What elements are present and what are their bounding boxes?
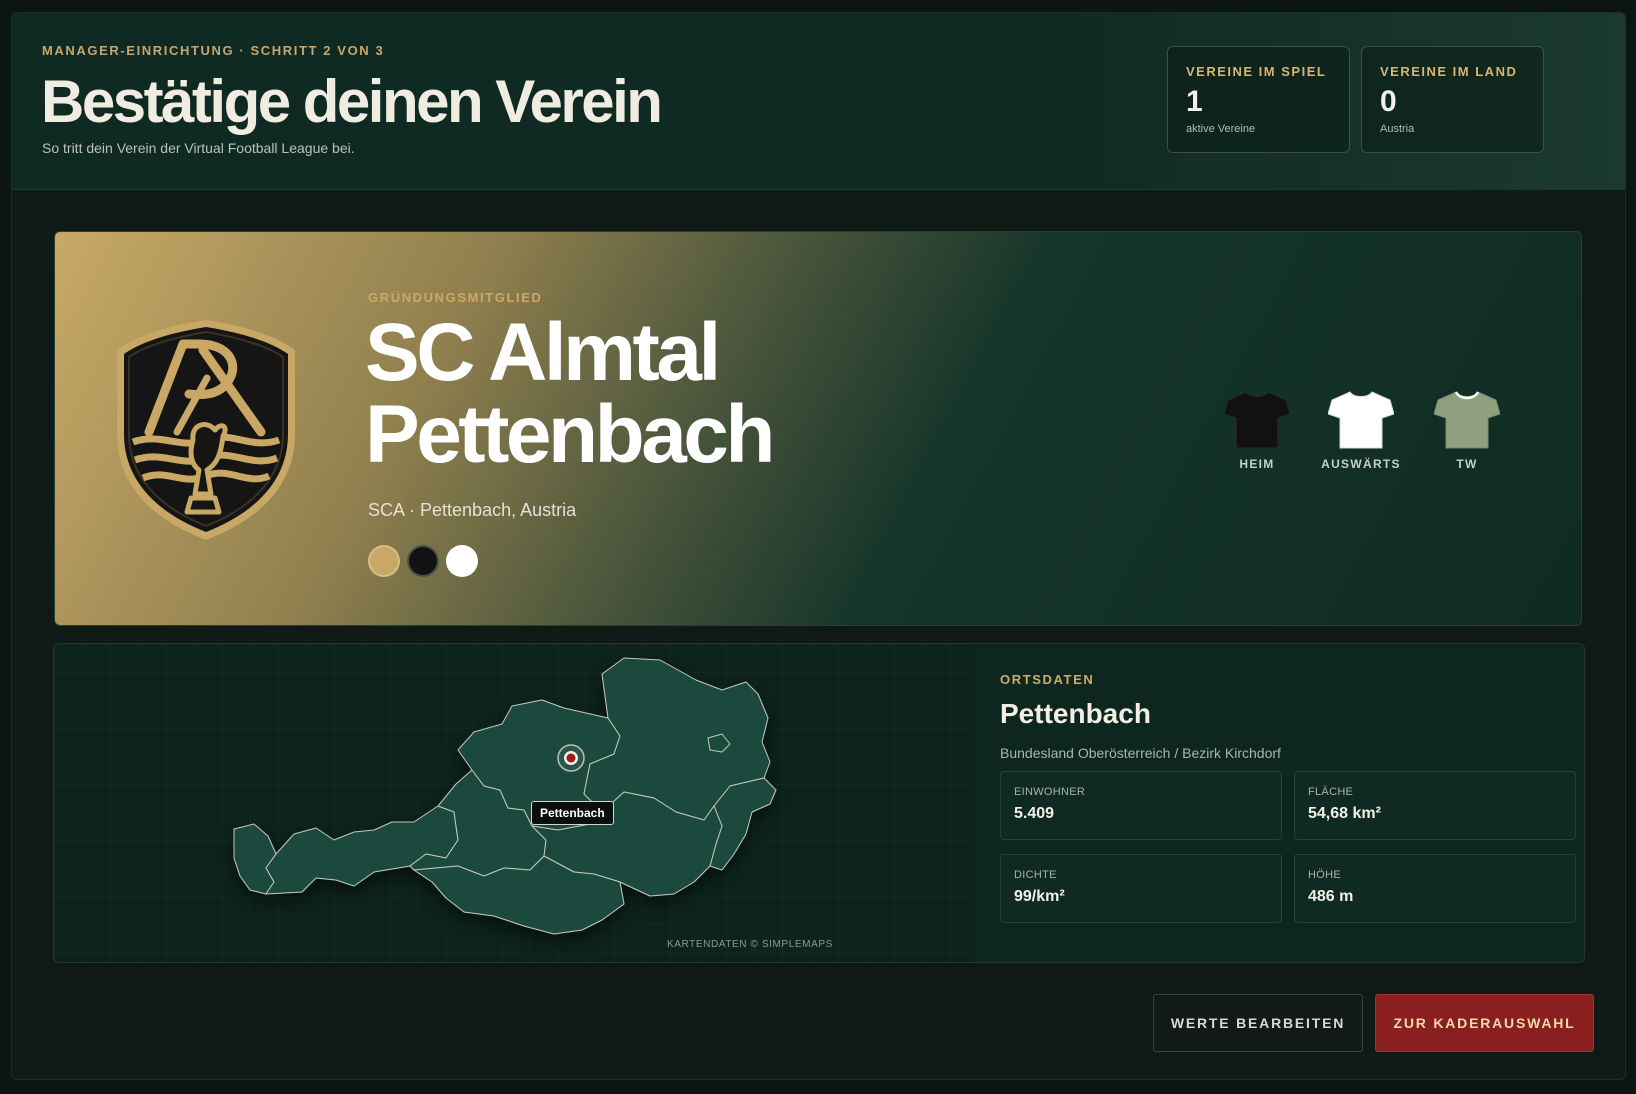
state-tirol [265, 805, 459, 895]
fact-value: 54,68 km² [1308, 805, 1381, 822]
fact-population: EINWOHNER 5.409 [1000, 771, 1282, 840]
fact-label: EINWOHNER [1014, 786, 1086, 798]
page-header: MANAGER-EINRICHTUNG · SCHRITT 2 VON 3 Be… [12, 13, 1625, 190]
club-card: GRÜNDUNGSMITGLIED SC Almtal Pettenbach S… [54, 231, 1582, 626]
stat-sub: Austria [1380, 123, 1415, 135]
fact-elevation: HÖHE 486 m [1294, 854, 1576, 923]
kit-label: TW [1456, 457, 1478, 471]
fact-value: 486 m [1308, 888, 1354, 905]
kit-away: AUSWÄRTS [1311, 390, 1411, 471]
stat-value: 1 [1186, 85, 1203, 118]
stat-value: 0 [1380, 85, 1397, 118]
stat-sub: aktive Vereine [1186, 123, 1256, 135]
austria-map [233, 657, 777, 935]
fact-area: FLÄCHE 54,68 km² [1294, 771, 1576, 840]
fact-label: DICHTE [1014, 869, 1057, 881]
fact-label: HÖHE [1308, 869, 1341, 881]
setup-window: MANAGER-EINRICHTUNG · SCHRITT 2 VON 3 Be… [11, 12, 1626, 1080]
stat-label: VEREINE IM SPIEL [1186, 64, 1327, 79]
region-text: Bundesland Oberösterreich / Bezirk Kirch… [1000, 745, 1281, 761]
club-meta: SCA · Pettenbach, Austria [368, 500, 577, 520]
page-subtitle: So tritt dein Verein der Virtual Footbal… [42, 140, 355, 156]
kit-goalkeeper: TW [1417, 390, 1517, 471]
state-vorarlberg [233, 823, 277, 895]
map-credit: KARTENDATEN © SIMPLEMAPS [667, 939, 833, 950]
place-name: Pettenbach [1000, 698, 1151, 729]
location-panel: Pettenbach KARTENDATEN © SIMPLEMAPS ORTS… [53, 643, 1585, 963]
club-color-swatch [368, 545, 400, 577]
founder-badge: GRÜNDUNGSMITGLIED [368, 290, 543, 305]
fact-density: DICHTE 99/km² [1000, 854, 1282, 923]
stat-card-clubs-in-country: VEREINE IM LAND 0 Austria [1361, 46, 1544, 153]
club-crest-icon [117, 320, 295, 540]
kit-label: AUSWÄRTS [1321, 457, 1401, 471]
club-color-swatch [446, 545, 478, 577]
step-indicator: MANAGER-EINRICHTUNG · SCHRITT 2 VON 3 [42, 43, 385, 58]
stat-label: VEREINE IM LAND [1380, 64, 1518, 79]
continue-to-squad-button[interactable]: ZUR KADERAUSWAHL [1375, 994, 1594, 1052]
map-pin [557, 744, 585, 772]
shirt-icon [1328, 391, 1394, 449]
edit-values-button[interactable]: WERTE BEARBEITEN [1153, 994, 1363, 1052]
fact-label: FLÄCHE [1308, 786, 1354, 798]
shirt-icon [1434, 391, 1500, 449]
club-name: SC Almtal Pettenbach [365, 307, 776, 480]
map-pin-label: Pettenbach [531, 801, 614, 825]
stat-card-clubs-in-game: VEREINE IM SPIEL 1 aktive Vereine [1167, 46, 1350, 153]
kit-label: HEIM [1239, 457, 1275, 471]
fact-value: 5.409 [1014, 805, 1055, 822]
club-color-swatch [407, 545, 439, 577]
map-area: Pettenbach KARTENDATEN © SIMPLEMAPS [54, 644, 974, 962]
fact-value: 99/km² [1014, 888, 1065, 905]
kit-home: HEIM [1207, 390, 1307, 471]
section-label: ORTSDATEN [1000, 672, 1095, 687]
page-title: Bestätige deinen Verein [41, 68, 663, 135]
location-info: ORTSDATEN Pettenbach Bundesland Oberöste… [1000, 644, 1576, 962]
shirt-icon [1224, 391, 1290, 449]
